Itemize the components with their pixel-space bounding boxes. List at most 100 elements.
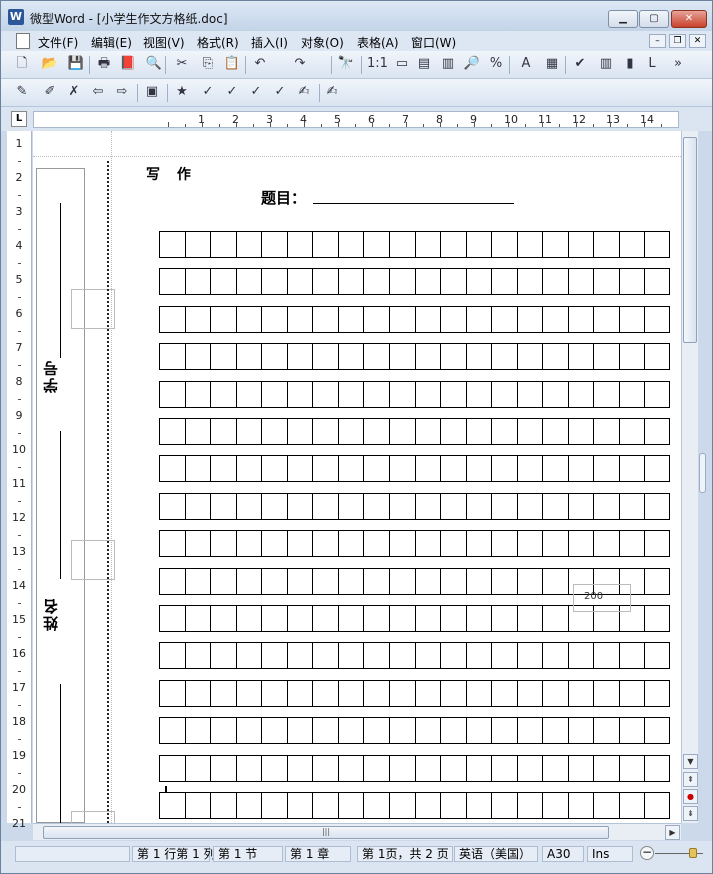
reject-all-icon[interactable]: ✓ (247, 83, 265, 101)
find-icon[interactable]: 🔭 (337, 55, 355, 73)
grid-row[interactable] (159, 679, 670, 707)
grid-cell-divider (261, 493, 263, 519)
open-icon[interactable]: 📂 (41, 55, 59, 73)
grid-cell-divider (286, 531, 288, 557)
column-icon[interactable]: ▥ (597, 55, 615, 73)
grid-row[interactable] (159, 642, 670, 670)
zoom-slider-knob[interactable] (689, 848, 697, 858)
menu-object[interactable]: 对象(O) (301, 34, 344, 51)
highlight-icon[interactable]: ✓ (271, 83, 289, 101)
grid-cell-divider (286, 344, 288, 370)
grid-row[interactable] (159, 343, 670, 371)
letter-l-icon[interactable]: L (643, 55, 661, 73)
grid-cell-divider (414, 718, 416, 744)
redo-icon[interactable]: ↷ (291, 55, 309, 73)
vertical-scrollbar[interactable]: ▼ ⇞ ● ⇟ (681, 131, 698, 823)
horizontal-scrollbar[interactable]: ||| ▶ (33, 823, 681, 840)
overflow-icon[interactable]: » (669, 55, 687, 73)
menu-file[interactable]: 文件(F) (38, 34, 78, 51)
copy-icon[interactable]: ⎘ (199, 55, 217, 73)
one-page-icon[interactable]: ▤ (415, 55, 433, 73)
close-button[interactable]: ✕ (671, 10, 707, 28)
grid-cell-divider (312, 381, 314, 407)
doc-restore-button[interactable]: ❐ (669, 34, 686, 48)
pdf-icon[interactable]: 📕 (119, 55, 137, 73)
prev-note-icon[interactable]: ⇦ (89, 83, 107, 101)
menu-format[interactable]: 格式(R) (197, 34, 239, 51)
zoom-in-icon[interactable]: 🔎 (463, 55, 481, 73)
grid-cell-divider (516, 755, 518, 781)
grid-row[interactable] (159, 418, 670, 445)
comment-icon[interactable]: ✍ (295, 83, 313, 101)
status-language[interactable]: 英语（美国） (454, 846, 538, 862)
grid-row[interactable] (159, 380, 670, 408)
horizontal-scroll-thumb[interactable]: ||| (43, 826, 609, 839)
save-icon[interactable]: 💾 (67, 55, 85, 73)
grid-row[interactable] (159, 268, 670, 296)
spellcheck-icon[interactable]: ✔ (571, 55, 589, 73)
grid-row[interactable] (159, 792, 670, 819)
undo-icon[interactable]: ↶ (251, 55, 269, 73)
vertical-ruler[interactable]: 1 2 3 4 5 6 7 8 9 10 11 12 13 14 15 16 17 18 19 20 21 (7, 131, 32, 842)
new-doc-icon[interactable]: 🗋 (13, 55, 31, 73)
reject-icon[interactable]: ✓ (223, 83, 241, 101)
scroll-down-button[interactable]: ▼ (683, 754, 698, 769)
grid-row[interactable] (159, 530, 670, 558)
track-changes-icon[interactable]: ✎ (13, 83, 31, 101)
ruler-number: 11 (538, 113, 552, 126)
grid-row[interactable] (159, 717, 670, 745)
grid-cell-divider (491, 793, 493, 818)
shading-icon[interactable]: ▮ (621, 55, 639, 73)
grid-cell-divider (593, 755, 595, 781)
review-icon[interactable]: ✍ (323, 83, 341, 101)
grid-cell-divider (184, 643, 186, 669)
menu-view[interactable]: 视图(V) (143, 34, 185, 51)
accept-all-icon[interactable]: ✓ (199, 83, 217, 101)
minimize-button[interactable]: ▁ (608, 10, 638, 28)
edit-note-icon[interactable]: ✐ (41, 83, 59, 101)
doc-minimize-button[interactable]: – (649, 34, 666, 48)
font-color-icon[interactable]: A (517, 55, 535, 73)
title-bar[interactable]: W 微型Word - [小学生作文方格纸.doc] ▁ ▢ ✕ (1, 1, 712, 31)
grid-row[interactable] (159, 754, 670, 782)
print-preview-icon[interactable]: 🔍 (145, 55, 163, 73)
scroll-right-button[interactable]: ▶ (665, 825, 680, 840)
tab-stop-selector[interactable]: L (11, 111, 27, 127)
word-app-icon[interactable]: W (8, 9, 24, 25)
cut-icon[interactable]: ✂ (173, 55, 191, 73)
grid-row[interactable] (159, 305, 670, 333)
two-pages-icon[interactable]: ▥ (439, 55, 457, 73)
prev-page-button[interactable]: ⇞ (683, 772, 698, 787)
next-note-icon[interactable]: ⇨ (113, 83, 131, 101)
page-width-icon[interactable]: ▭ (393, 55, 411, 73)
menu-edit[interactable]: 编辑(E) (91, 34, 132, 51)
vertical-scroll-thumb[interactable] (683, 137, 697, 343)
review-pane-icon[interactable]: ▣ (143, 83, 161, 101)
format-icon[interactable]: ▦ (543, 55, 561, 73)
status-page: 第 1页，共 2 页 (357, 846, 453, 862)
menu-window[interactable]: 窗口(W) (411, 34, 456, 51)
next-page-button[interactable]: ⇟ (683, 806, 698, 821)
horizontal-ruler[interactable]: 1 2 3 4 5 6 7 8 9 10 11 12 13 14 (33, 111, 679, 128)
menu-table[interactable]: 表格(A) (357, 34, 399, 51)
browse-object-button[interactable]: ● (683, 789, 698, 804)
grid-row[interactable] (159, 455, 670, 483)
ruler-tick (18, 671, 21, 672)
actual-size-icon[interactable]: 1:1 (367, 55, 388, 73)
grid-row[interactable] (159, 231, 670, 258)
status-insert-mode[interactable]: Ins (587, 846, 633, 862)
zoom-percent-icon[interactable]: % (487, 55, 505, 73)
doc-close-button[interactable]: ✕ (689, 34, 706, 48)
print-icon[interactable]: 🖶 (95, 55, 113, 73)
paste-icon[interactable]: 📋 (223, 55, 241, 73)
document-icon[interactable] (16, 33, 30, 49)
grid-cell-divider (414, 568, 416, 594)
grid-row[interactable] (159, 492, 670, 520)
zoom-out-button[interactable]: − (640, 846, 654, 860)
accept-icon[interactable]: ★ (173, 83, 191, 101)
split-handle[interactable] (699, 453, 706, 493)
menu-insert[interactable]: 插入(I) (251, 34, 288, 51)
delete-note-icon[interactable]: ✗ (65, 83, 83, 101)
document-page[interactable]: 学号 姓名 写 作 题目： 200 (33, 131, 681, 823)
maximize-button[interactable]: ▢ (639, 10, 669, 28)
